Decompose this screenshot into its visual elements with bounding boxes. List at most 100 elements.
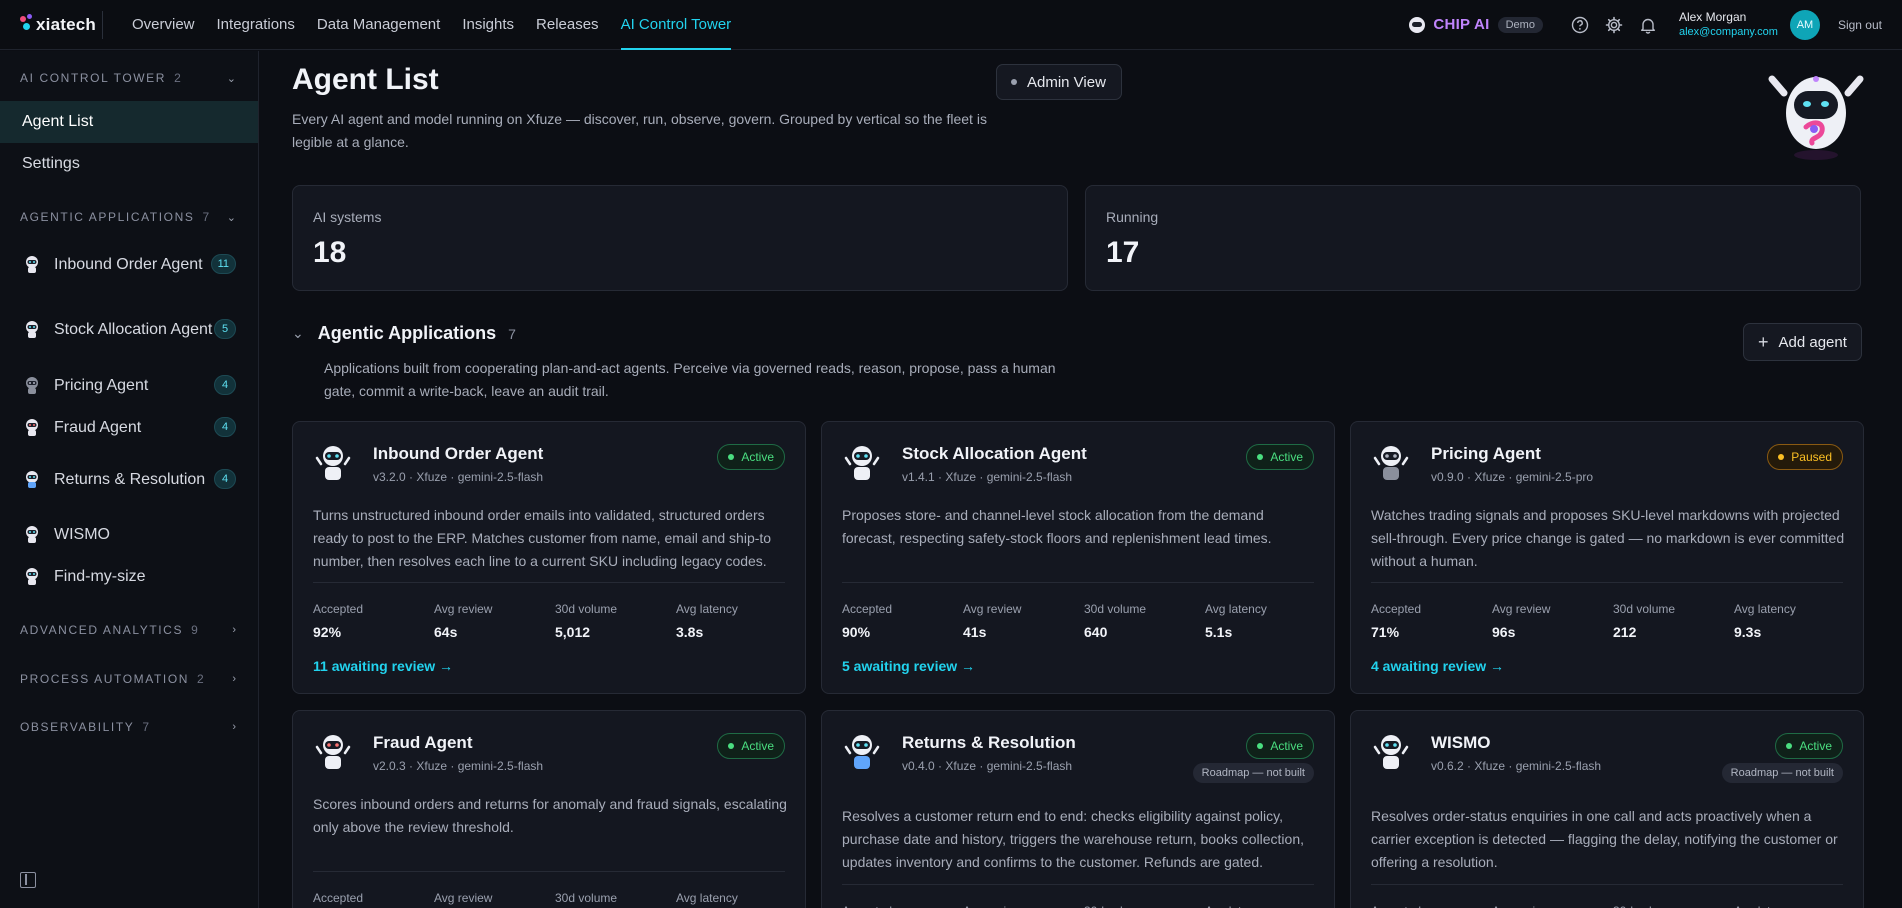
chevron-down-icon[interactable]: ⌄ — [292, 325, 304, 342]
sign-out-link[interactable]: Sign out — [1838, 18, 1882, 32]
status-dot-icon — [1257, 454, 1264, 460]
user-info: Alex Morgan alex@company.com — [1679, 10, 1778, 40]
metric-value: 640 — [1084, 624, 1108, 640]
agent-description: Turns unstructured inbound order emails … — [313, 507, 772, 569]
section-observability[interactable]: OBSERVABILITY 7 › — [0, 718, 258, 736]
sidebar-item-label: Find-my-size — [54, 567, 146, 585]
metric-accepted: Accepted 71% — [1371, 602, 1491, 640]
sidebar-item-find-my-size[interactable]: Find-my-size — [0, 562, 258, 590]
agent-card-returns-resolution[interactable]: Returns & Resolution v0.4.0 · Xfuze · gem… — [821, 710, 1335, 908]
sidebar-item-label: Inbound Order Agent — [54, 255, 203, 273]
section-ai-control-tower[interactable]: AI CONTROL TOWER 2 ⌄ — [0, 69, 258, 87]
awaiting-review-link[interactable]: 4 awaiting review → — [1371, 658, 1504, 674]
sidebar-item-wismo[interactable]: WISMO — [0, 520, 258, 548]
robot-icon — [26, 256, 38, 273]
nav-overview[interactable]: Overview — [121, 0, 206, 50]
metric-avg-review: Avg review — [434, 891, 554, 908]
agent-name[interactable]: Pricing Agent — [1431, 444, 1541, 464]
sidebar-item-settings[interactable]: Settings — [0, 143, 258, 185]
status-badge: Active — [717, 733, 785, 759]
status-dot-icon — [1257, 743, 1264, 749]
chevron-down-icon: ⌄ — [226, 211, 236, 224]
brand-logo[interactable]: xiatech — [0, 0, 100, 50]
agent-description: Resolves order-status enquiries in one c… — [1371, 808, 1838, 870]
card-divider — [313, 871, 785, 872]
metric-label: 30d volume — [1084, 602, 1147, 616]
admin-view-button[interactable]: Admin View — [996, 64, 1122, 100]
metric-avg-review: Avg review 96s — [1492, 602, 1612, 640]
add-agent-button[interactable]: + Add agent — [1743, 323, 1862, 361]
metric-avg-latency: Avg latency 5.1s — [1205, 602, 1325, 640]
robot-icon — [315, 735, 351, 769]
status-badge: Active — [1775, 733, 1843, 759]
agent-name[interactable]: Stock Allocation Agent — [902, 444, 1087, 464]
metric-label: 30d volume — [555, 602, 618, 616]
status-label: Active — [741, 739, 774, 753]
nav-insights[interactable]: Insights — [451, 0, 525, 50]
agent-name[interactable]: Returns & Resolution — [902, 733, 1076, 753]
agent-name[interactable]: Fraud Agent — [373, 733, 472, 753]
awaiting-review-link[interactable]: 11 awaiting review → — [313, 658, 453, 674]
agent-version-meta: v0.6.2 · Xfuze · gemini-2.5-flash — [1431, 759, 1602, 773]
agent-card-wismo[interactable]: WISMO v0.6.2 · Xfuze · gemini-2.5-flash Ac… — [1350, 710, 1864, 908]
nav-data-management[interactable]: Data Management — [306, 0, 451, 50]
status-label: Active — [1270, 739, 1303, 753]
sidebar-item-agent-list[interactable]: Agent List — [0, 101, 258, 143]
stat-ai-systems: AI systems 18 — [292, 185, 1068, 291]
section-advanced-analytics[interactable]: ADVANCED ANALYTICS 9 › — [0, 621, 258, 639]
section-title: OBSERVABILITY — [20, 720, 135, 734]
metric-label: 30d volume — [555, 891, 618, 905]
section-title: AI CONTROL TOWER — [20, 71, 167, 85]
sidebar-item-stock-allocation-agent[interactable]: Stock Allocation Agent 5 — [0, 306, 258, 352]
agent-card-pricing[interactable]: Pricing Agent v0.9.0 · Xfuze · gemini-2.5… — [1350, 421, 1864, 694]
chevron-right-icon: › — [232, 673, 236, 685]
section-agentic-applications[interactable]: AGENTIC APPLICATIONS 7 ⌄ — [0, 208, 258, 226]
agent-card-inbound-order[interactable]: Inbound Order Agent v3.2.0 · Xfuze · gemi… — [292, 421, 806, 694]
metric-30d-volume: 30d volume 640 — [1084, 602, 1204, 640]
section-count: 9 — [191, 623, 198, 637]
agent-card-fraud[interactable]: Fraud Agent v2.0.3 · Xfuze · gemini-2.5-f… — [292, 710, 806, 908]
nav-ai-control-tower[interactable]: AI Control Tower — [610, 0, 743, 50]
section-count: 2 — [174, 71, 181, 85]
sidebar-item-returns-resolution[interactable]: Returns & Resolution 4 — [0, 456, 258, 502]
collapse-sidebar-icon[interactable] — [20, 872, 36, 888]
agent-name[interactable]: Inbound Order Agent — [373, 444, 543, 464]
sidebar-item-inbound-order-agent[interactable]: Inbound Order Agent 11 — [0, 241, 258, 287]
mascot-robot-icon — [1768, 75, 1864, 160]
metric-avg-latency: Avg latency — [1734, 904, 1854, 908]
nav-releases[interactable]: Releases — [525, 0, 610, 50]
chip-ai-button[interactable]: CHIP AI Demo — [1409, 16, 1543, 33]
status-label: Paused — [1791, 450, 1832, 464]
sidebar-item-fraud-agent[interactable]: Fraud Agent 4 — [0, 413, 258, 441]
agent-card-stock-allocation[interactable]: Stock Allocation Agent v1.4.1 · Xfuze · g… — [821, 421, 1335, 694]
sidebar-item-pricing-agent[interactable]: Pricing Agent 4 — [0, 371, 258, 399]
metric-label: Accepted — [1371, 602, 1422, 616]
count-badge: 4 — [214, 375, 236, 395]
top-navigation: xiatech Overview Integrations Data Manag… — [0, 0, 1902, 50]
brand-name: xiatech — [36, 14, 96, 34]
agent-name[interactable]: WISMO — [1431, 733, 1491, 753]
notifications-bell-icon[interactable] — [1631, 8, 1665, 42]
avatar[interactable]: AM — [1789, 9, 1820, 40]
agent-version-meta: v2.0.3 · Xfuze · gemini-2.5-flash — [373, 759, 544, 773]
metric-label: Avg review — [434, 602, 493, 616]
metric-label: Avg review — [1492, 602, 1551, 616]
stat-label: AI systems — [313, 209, 382, 225]
section-process-automation[interactable]: PROCESS AUTOMATION 2 › — [0, 670, 258, 688]
metric-30d-volume: 30d volume 5,012 — [555, 602, 675, 640]
metric-30d-volume: 30d volume — [1084, 904, 1204, 908]
metric-30d-volume: 30d volume 212 — [1613, 602, 1733, 640]
status-dot-icon — [1786, 743, 1793, 749]
agent-description: Resolves a customer return end to end: c… — [842, 808, 1304, 870]
plus-icon: + — [1758, 331, 1769, 352]
sidebar-item-label: WISMO — [54, 525, 110, 543]
chevron-down-icon: ⌄ — [226, 72, 236, 85]
help-icon[interactable] — [1563, 8, 1597, 42]
group-description: Applications built from cooperating plan… — [324, 360, 1056, 399]
settings-gear-icon[interactable] — [1597, 8, 1631, 42]
status-label: Active — [1270, 450, 1303, 464]
metric-label: Avg latency — [1734, 904, 1854, 908]
nav-integrations[interactable]: Integrations — [206, 0, 306, 50]
section-count: 7 — [202, 210, 210, 224]
awaiting-review-link[interactable]: 5 awaiting review → — [842, 658, 975, 674]
